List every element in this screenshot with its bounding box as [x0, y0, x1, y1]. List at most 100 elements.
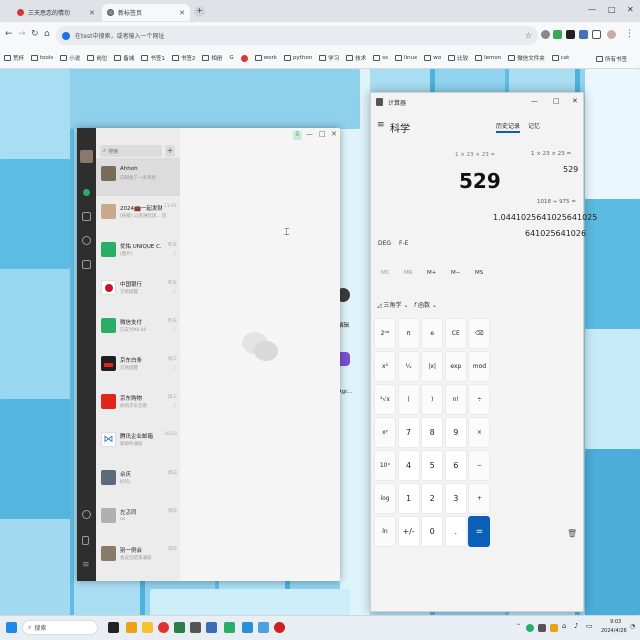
maximize-button[interactable]: □ [608, 5, 616, 14]
tab-memory[interactable]: 记忆 [528, 121, 540, 130]
memory-store-button[interactable]: MS [475, 270, 483, 276]
bookmark-item[interactable]: 书签1 [141, 54, 165, 62]
extension-icon[interactable] [541, 30, 550, 39]
bookmark-item[interactable]: 书签2 [171, 54, 195, 62]
network-icon[interactable]: ⌂ [562, 622, 566, 630]
extension-icon[interactable] [566, 30, 575, 39]
bookmark-item[interactable]: work [254, 55, 277, 61]
file-explorer-icon[interactable] [142, 622, 153, 633]
bookmark-item[interactable]: lemon [475, 55, 501, 61]
fe-button[interactable]: F-E [399, 240, 408, 247]
taskbar-search-input[interactable]: ⌕ 搜索 [22, 620, 98, 635]
clock-time[interactable]: 9:03 [610, 619, 621, 625]
bookmark-item[interactable]: linux [394, 55, 417, 61]
calc-key-button[interactable]: |x| [421, 351, 444, 382]
clock-date[interactable]: 2024/4/26 [601, 628, 627, 634]
memory-subtract-button[interactable]: M− [451, 270, 460, 276]
minimize-button[interactable]: — [306, 130, 313, 138]
app-icon[interactable] [274, 622, 285, 633]
favorites-icon[interactable] [82, 236, 91, 245]
chat-list-item[interactable]: ⋈ 腾讯企业邮箱 16/23 新邮件通知 [96, 424, 180, 462]
close-button[interactable]: ✕ [572, 97, 578, 105]
extension-icon[interactable] [579, 30, 588, 39]
backspace-button[interactable]: ⌫ [468, 318, 491, 349]
angle-mode-button[interactable]: DEG [378, 240, 391, 247]
tray-app-icon[interactable] [538, 624, 546, 632]
bookmark-item[interactable]: 荒杯 [4, 54, 24, 62]
phone-icon[interactable] [82, 536, 89, 545]
calc-key-button[interactable]: ( [397, 384, 420, 415]
chat-list-item[interactable]: 优佑 UNIQUE C... 昨天 [图片] ♪ [96, 234, 180, 272]
bookmark-item[interactable]: 比较 [448, 54, 468, 62]
chat-list-item[interactable]: 京东购物 周三 你的京东包裹 ♪ [96, 386, 180, 424]
digit-9-button[interactable]: 9 [444, 417, 467, 448]
menu-kebab-icon[interactable]: ⋮ [625, 29, 634, 39]
tab-close-icon[interactable]: ✕ [179, 9, 185, 17]
app-icon[interactable] [206, 622, 217, 633]
calc-key-button[interactable]: π [397, 318, 420, 349]
menu-hamburger-icon[interactable]: ≡ [377, 120, 385, 130]
tray-chevron-icon[interactable]: ⌃ [516, 623, 521, 630]
add-chat-button[interactable]: + [165, 145, 175, 157]
wechat-taskbar-icon[interactable] [224, 622, 235, 633]
digit-7-button[interactable]: 7 [397, 417, 420, 448]
chat-list-item[interactable]: Ahhoh 向眼拍了一条消息 [96, 158, 180, 196]
battery-icon[interactable]: ▭ [586, 622, 593, 630]
clear-entry-button[interactable]: CE [444, 318, 467, 349]
volume-icon[interactable]: ♪ [574, 622, 578, 630]
all-bookmarks-button[interactable]: 所有书签 [596, 55, 627, 63]
bookmark-item[interactable]: wo [424, 55, 441, 61]
digit-0-button[interactable]: 0 [421, 516, 444, 547]
address-bar[interactable]: 在test中搜索，或者输入一个网址 ☆ [56, 26, 538, 45]
digit-2-button[interactable]: 2 [421, 483, 444, 514]
minimize-button[interactable]: — [588, 5, 596, 14]
calculator-taskbar-icon[interactable] [258, 622, 269, 633]
bookmark-item[interactable]: 岗位 [87, 54, 107, 62]
chat-list-item[interactable]: 左忑同 周日 ok [96, 500, 180, 538]
clear-history-trash-icon[interactable]: 🗑 [567, 529, 577, 538]
browser-tab[interactable]: 三天思恋的情勿 ✕ [12, 4, 100, 21]
history-result[interactable]: 1.0441025641025641025 [493, 213, 597, 222]
app-icon[interactable] [126, 622, 137, 633]
bookmark-item[interactable] [240, 54, 248, 62]
task-view-icon[interactable] [108, 622, 119, 633]
bookmark-item[interactable]: python [283, 55, 312, 61]
maximize-button[interactable]: □ [553, 97, 560, 105]
chat-list-item[interactable]: 别一例会 周日 会议已结束通知 [96, 538, 180, 576]
trigonometry-dropdown[interactable]: ◿ 三角学 ⌄ [377, 300, 409, 309]
reload-icon[interactable]: ↻ [31, 29, 39, 39]
bookmark-item[interactable]: G [229, 55, 233, 61]
divide-button[interactable]: ÷ [468, 384, 491, 415]
start-menu-icon[interactable] [6, 622, 17, 633]
memory-clear-button[interactable]: MC [381, 270, 390, 276]
digit-1-button[interactable]: 1 [397, 483, 420, 514]
chat-icon[interactable] [83, 189, 90, 196]
chat-list-item[interactable]: 京东白条 周三 交易提醒 ♪ [96, 348, 180, 386]
pin-icon[interactable]: ⊼ [293, 131, 302, 140]
avatar[interactable] [80, 150, 93, 163]
history-result[interactable]: 529 [563, 165, 578, 174]
tab-history[interactable]: 历史记录 [496, 121, 521, 133]
negate-button[interactable]: +/- [397, 516, 420, 547]
digit-3-button[interactable]: 3 [444, 483, 467, 514]
calc-key-button[interactable]: ln [374, 516, 396, 547]
moments-icon[interactable] [82, 510, 91, 519]
extensions-puzzle-icon[interactable] [592, 30, 601, 39]
calc-key-button[interactable]: log [374, 483, 396, 514]
tray-app-icon[interactable] [550, 624, 558, 632]
calc-key-button[interactable]: 2ⁿᵈ [374, 318, 396, 349]
calc-key-button[interactable]: ) [421, 384, 444, 415]
memory-recall-button[interactable]: MR [404, 270, 413, 276]
calc-key-button[interactable]: x² [374, 351, 396, 382]
calc-key-button[interactable]: 10ˣ [374, 450, 396, 481]
digit-5-button[interactable]: 5 [421, 450, 444, 481]
calc-key-button[interactable]: ²√x [374, 384, 396, 415]
calc-key-button[interactable]: xʸ [374, 417, 396, 448]
bookmark-item[interactable]: 相册 [202, 54, 222, 62]
history-expression[interactable]: 1 × 23 × 23 = [531, 151, 571, 157]
chat-list-item[interactable]: 中国银行 昨天 交易提醒 ♪ [96, 272, 180, 310]
function-dropdown[interactable]: f 函数 ⌄ [414, 300, 437, 309]
chrome-icon[interactable] [158, 622, 169, 633]
menu-hamburger-icon[interactable]: ≡ [82, 560, 90, 570]
history-result[interactable]: 641025641026 [525, 229, 586, 238]
